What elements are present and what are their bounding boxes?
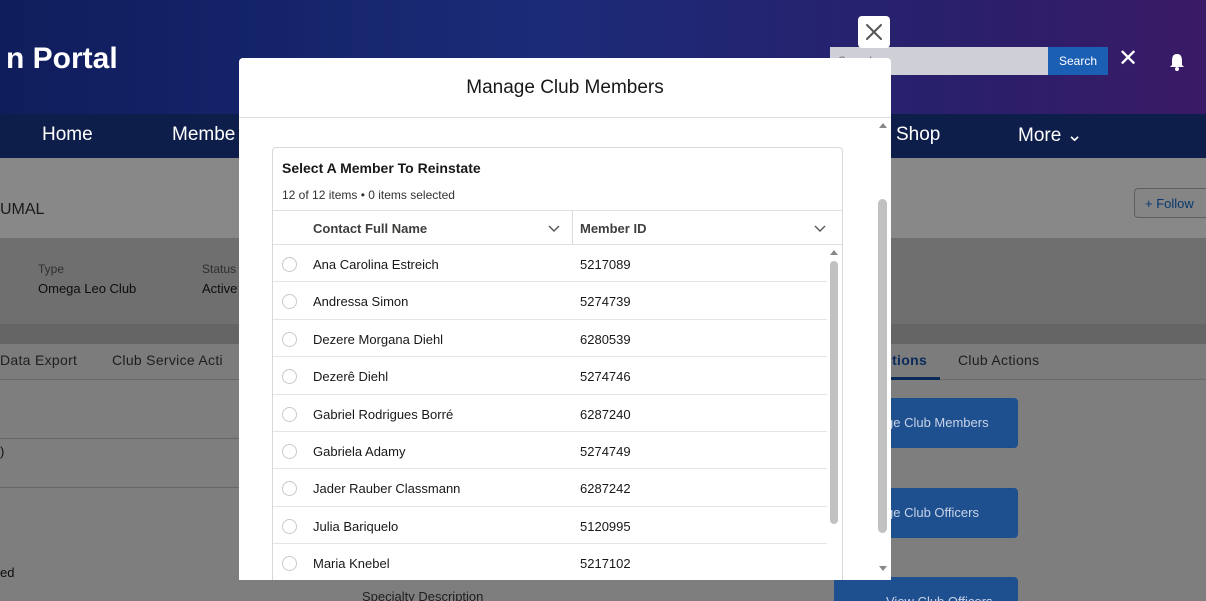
field-divider xyxy=(0,438,239,439)
member-id: 5274746 xyxy=(580,369,631,385)
view-club-officers-button[interactable]: View Club Officers xyxy=(834,577,1018,601)
active-tab-indicator xyxy=(884,377,940,380)
modal-header: Manage Club Members xyxy=(239,58,891,118)
chevron-down-icon[interactable] xyxy=(548,223,560,233)
member-rows: Ana Carolina Estreich 5217089 Andressa S… xyxy=(273,245,827,580)
type-value: Omega Leo Club xyxy=(38,281,137,296)
member-id: 5217089 xyxy=(580,257,631,272)
row-radio[interactable] xyxy=(282,369,297,385)
chevron-down-icon[interactable] xyxy=(814,223,826,233)
table-row[interactable]: Maria Knebel 5217102 xyxy=(273,544,827,580)
row-radio[interactable] xyxy=(282,518,297,534)
column-header-contact-full-name[interactable]: Contact Full Name xyxy=(313,211,571,245)
member-id: 5120995 xyxy=(580,518,631,534)
row-radio[interactable] xyxy=(282,556,297,572)
column-header-label: Member ID xyxy=(580,221,647,236)
notification-bell-icon[interactable] xyxy=(1168,52,1186,72)
tab-club-actions[interactable]: Club Actions xyxy=(958,352,1039,368)
contact-full-name: Julia Bariquelo xyxy=(313,518,399,534)
modal-body: Select A Member To Reinstate 12 of 12 it… xyxy=(239,119,891,580)
row-radio[interactable] xyxy=(282,481,297,497)
contact-full-name: Gabriel Rodrigues Borré xyxy=(313,406,454,422)
status-label: Status xyxy=(202,262,237,276)
row-radio[interactable] xyxy=(282,443,297,459)
scroll-up-arrow-icon[interactable] xyxy=(829,248,839,256)
nav-shop[interactable]: Shop xyxy=(896,124,940,146)
portal-title: n Portal xyxy=(6,42,118,75)
global-search-button[interactable]: Search xyxy=(1048,47,1108,75)
tab-data-export[interactable]: Data Export xyxy=(0,352,77,368)
modal-scrollbar-thumb[interactable] xyxy=(878,199,887,533)
row-radio[interactable] xyxy=(282,257,297,272)
member-id: 5274739 xyxy=(580,294,631,310)
table-row[interactable]: Ana Carolina Estreich 5217089 xyxy=(273,245,827,283)
nav-more[interactable]: More ⌄ xyxy=(1018,124,1083,147)
contact-full-name: Dezerê Diehl xyxy=(313,369,389,385)
scroll-up-arrow-icon[interactable] xyxy=(878,121,888,129)
member-id: 5274749 xyxy=(580,443,631,459)
table-row[interactable]: Dezere Morgana Diehl 6280539 xyxy=(273,320,827,358)
card-title: Select A Member To Reinstate xyxy=(282,160,481,176)
scroll-down-arrow-icon[interactable] xyxy=(878,565,888,573)
table-row[interactable]: Dezerê Diehl 5274746 xyxy=(273,357,827,395)
specialty-description-label: Specialty Description xyxy=(362,589,484,601)
contact-full-name: Andressa Simon xyxy=(313,294,409,310)
record-name: UMAL xyxy=(0,201,45,218)
table-row[interactable]: Andressa Simon 5274739 xyxy=(273,282,827,320)
table-scrollbar-thumb[interactable] xyxy=(830,261,838,524)
tab-club-service-activities[interactable]: Club Service Acti xyxy=(112,352,223,368)
modal-close-button[interactable] xyxy=(858,16,890,48)
contact-full-name: Dezere Morgana Diehl xyxy=(313,331,444,347)
table-header: Contact Full Name Member ID xyxy=(273,210,842,245)
column-header-member-id[interactable]: Member ID xyxy=(580,211,820,245)
table-row[interactable]: Jader Rauber Classmann 6287242 xyxy=(273,469,827,507)
member-id: 6280539 xyxy=(580,331,631,347)
type-label: Type xyxy=(38,262,65,276)
member-id: 6287240 xyxy=(580,406,631,422)
follow-button[interactable]: + Follow xyxy=(1134,188,1206,218)
row-radio[interactable] xyxy=(282,294,297,310)
column-divider[interactable] xyxy=(572,211,573,245)
close-icon xyxy=(866,24,882,40)
item-count: 12 of 12 items • 0 items selected xyxy=(282,188,455,202)
manage-club-members-modal: Manage Club Members Select A Member To R… xyxy=(239,58,891,580)
modal-title: Manage Club Members xyxy=(466,76,664,98)
member-id: 6287242 xyxy=(580,481,631,497)
contact-full-name: Jader Rauber Classmann xyxy=(313,481,461,497)
column-header-label: Contact Full Name xyxy=(313,221,428,236)
search-clear-icon[interactable]: ✕ xyxy=(1118,44,1138,73)
row-radio[interactable] xyxy=(282,331,297,347)
contact-full-name: Gabriela Adamy xyxy=(313,443,406,459)
row-radio[interactable] xyxy=(282,406,297,422)
member-select-card: Select A Member To Reinstate 12 of 12 it… xyxy=(272,147,843,580)
status-value: Active xyxy=(202,281,238,296)
contact-full-name: Maria Knebel xyxy=(313,556,390,572)
field-value-fragment: ) xyxy=(0,444,5,459)
contact-full-name: Ana Carolina Estreich xyxy=(313,257,439,272)
table-row[interactable]: Gabriela Adamy 5274749 xyxy=(273,432,827,470)
member-id: 5217102 xyxy=(580,556,631,572)
nav-home[interactable]: Home xyxy=(42,124,93,146)
nav-members[interactable]: Membe xyxy=(172,124,235,146)
field-divider xyxy=(0,487,239,488)
table-row[interactable]: Gabriel Rodrigues Borré 6287240 xyxy=(273,395,827,432)
field-value-fragment: ed xyxy=(0,565,15,580)
table-row[interactable]: Julia Bariquelo 5120995 xyxy=(273,507,827,545)
